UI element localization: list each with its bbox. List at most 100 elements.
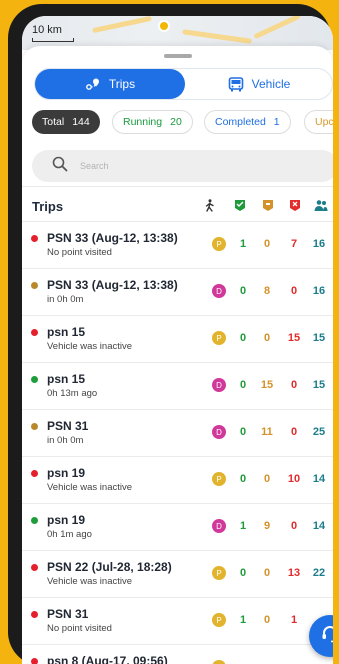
trip-row[interactable]: psn 19 Vehicle was inactive P 0 0 10 14 bbox=[22, 457, 333, 504]
trip-status-dot bbox=[31, 470, 38, 477]
trip-type-badge: P bbox=[212, 566, 226, 580]
trip-status-dot bbox=[31, 329, 38, 336]
trip-count-4: 22 bbox=[312, 567, 326, 579]
trip-row[interactable]: psn 19 0h 1m ago D 1 9 0 14 bbox=[22, 504, 333, 551]
trip-name: PSN 31 bbox=[47, 607, 89, 621]
trip-name: psn 19 bbox=[47, 513, 86, 527]
filter-chips: Total 144 Running 20 Completed 1 Upcon bbox=[32, 110, 333, 136]
trip-count-3: 10 bbox=[287, 473, 301, 485]
tab-vehicle[interactable]: Vehicle bbox=[185, 69, 333, 99]
bus-icon bbox=[228, 76, 244, 92]
trip-count-1: 0 bbox=[239, 567, 247, 579]
trip-count-2: 0 bbox=[263, 614, 271, 626]
trip-row[interactable]: PSN 22 (Jul-28, 18:28) Vehicle was inacti… bbox=[22, 551, 333, 598]
trip-count-2: 0 bbox=[263, 332, 271, 344]
trip-count-4: 14 bbox=[312, 473, 326, 485]
trip-name: PSN 33 (Aug-12, 13:38) bbox=[47, 278, 178, 292]
filter-upcoming-label: Upcon bbox=[315, 116, 333, 128]
trip-count-3: 13 bbox=[287, 567, 301, 579]
trip-type-badge: P bbox=[212, 660, 226, 664]
trip-status-dot bbox=[31, 564, 38, 571]
trip-count-2: 0 bbox=[263, 473, 271, 485]
trip-count-4: 15 bbox=[312, 332, 326, 344]
list-title: Trips bbox=[32, 199, 64, 214]
map-scale-bar bbox=[32, 38, 74, 42]
filter-total[interactable]: Total 144 bbox=[32, 110, 100, 134]
route-pin-icon bbox=[85, 77, 101, 91]
trip-row[interactable]: PSN 31 in 0h 0m D 0 11 0 25 bbox=[22, 410, 333, 457]
trip-name: psn 8 (Aug-17, 09:56) bbox=[47, 654, 168, 664]
search-bar[interactable] bbox=[32, 150, 333, 182]
trip-count-1: 0 bbox=[239, 473, 247, 485]
trip-subtitle: Vehicle was inactive bbox=[47, 482, 133, 493]
red-flag-icon bbox=[289, 199, 301, 211]
trip-row[interactable]: PSN 33 (Aug-12, 13:38) in 0h 0m D 0 8 0 16 bbox=[22, 269, 333, 316]
trip-row[interactable]: psn 8 (Aug-17, 09:56) P bbox=[22, 645, 333, 664]
map-scale-label: 10 km bbox=[32, 24, 62, 36]
filter-running-count: 20 bbox=[170, 116, 182, 128]
tab-trips[interactable]: Trips bbox=[35, 69, 185, 99]
trip-count-4: 16 bbox=[312, 285, 326, 297]
trip-type-badge: D bbox=[212, 284, 226, 298]
trip-type-badge: P bbox=[212, 237, 226, 251]
trip-subtitle: 0h 1m ago bbox=[47, 529, 92, 540]
trip-count-4: 15 bbox=[312, 379, 326, 391]
trip-status-dot bbox=[31, 611, 38, 618]
filter-running[interactable]: Running 20 bbox=[112, 110, 193, 134]
filter-upcoming[interactable]: Upcon bbox=[304, 110, 333, 134]
trip-subtitle: No point visited bbox=[47, 623, 112, 634]
trip-count-3: 1 bbox=[290, 614, 298, 626]
trip-count-3: 0 bbox=[290, 379, 298, 391]
trip-subtitle: in 0h 0m bbox=[47, 294, 84, 305]
trip-count-1: 0 bbox=[239, 426, 247, 438]
trip-count-1: 0 bbox=[239, 332, 247, 344]
trip-count-1: 1 bbox=[239, 614, 247, 626]
trip-name: psn 15 bbox=[47, 372, 86, 386]
trip-row[interactable]: PSN 31 No point visited P 1 0 1 bbox=[22, 598, 333, 645]
trip-count-2: 0 bbox=[263, 567, 271, 579]
filter-completed[interactable]: Completed 1 bbox=[204, 110, 291, 134]
map-pin-icon[interactable] bbox=[158, 20, 170, 32]
trip-type-badge: P bbox=[212, 472, 226, 486]
sheet-drag-handle[interactable] bbox=[164, 54, 192, 58]
trip-count-4: 16 bbox=[312, 238, 326, 250]
search-icon bbox=[52, 156, 68, 177]
trips-list: PSN 33 (Aug-12, 13:38) No point visited P 1… bbox=[22, 222, 333, 664]
tab-trips-label: Trips bbox=[108, 77, 136, 91]
trip-subtitle: Vehicle was inactive bbox=[47, 341, 133, 352]
trip-row[interactable]: psn 15 Vehicle was inactive P 0 0 15 15 bbox=[22, 316, 333, 363]
trip-count-2: 9 bbox=[263, 520, 271, 532]
trip-count-4: 14 bbox=[312, 520, 326, 532]
trip-subtitle: in 0h 0m bbox=[47, 435, 84, 446]
headset-icon bbox=[320, 624, 333, 649]
trip-count-2: 0 bbox=[263, 238, 271, 250]
trip-type-badge: D bbox=[212, 519, 226, 533]
trip-count-1: 1 bbox=[239, 238, 247, 250]
trip-type-badge: P bbox=[212, 613, 226, 627]
phone-frame: 10 km Trips Vehicle Total 144 Running 20… bbox=[8, 4, 333, 664]
search-input[interactable] bbox=[80, 161, 280, 171]
trip-subtitle: Vehicle was inactive bbox=[47, 576, 133, 587]
trips-bottom-sheet: Trips Vehicle Total 144 Running 20 Compl… bbox=[22, 46, 333, 664]
trip-name: PSN 31 bbox=[47, 419, 89, 433]
filter-total-count: 144 bbox=[72, 116, 90, 128]
trip-count-3: 15 bbox=[287, 332, 301, 344]
green-check-flag-icon bbox=[234, 199, 246, 211]
trip-row[interactable]: PSN 33 (Aug-12, 13:38) No point visited P 1… bbox=[22, 222, 333, 269]
trip-count-2: 11 bbox=[261, 426, 273, 438]
trip-count-3: 7 bbox=[290, 238, 298, 250]
view-toggle: Trips Vehicle bbox=[34, 68, 333, 100]
filter-total-label: Total bbox=[42, 116, 65, 128]
trip-count-3: 0 bbox=[290, 285, 298, 297]
app-screen: 10 km Trips Vehicle Total 144 Running 20… bbox=[22, 16, 333, 664]
trip-row[interactable]: psn 15 0h 13m ago D 0 15 0 15 bbox=[22, 363, 333, 410]
orange-flag-icon bbox=[262, 199, 274, 211]
tab-vehicle-label: Vehicle bbox=[251, 77, 291, 91]
trip-type-badge: D bbox=[212, 425, 226, 439]
trip-status-dot bbox=[31, 517, 38, 524]
trip-name: PSN 22 (Jul-28, 18:28) bbox=[47, 560, 172, 574]
trip-count-3: 0 bbox=[290, 426, 298, 438]
trip-count-1: 0 bbox=[239, 379, 247, 391]
trip-status-dot bbox=[31, 376, 38, 383]
map-view[interactable]: 10 km bbox=[22, 16, 333, 50]
